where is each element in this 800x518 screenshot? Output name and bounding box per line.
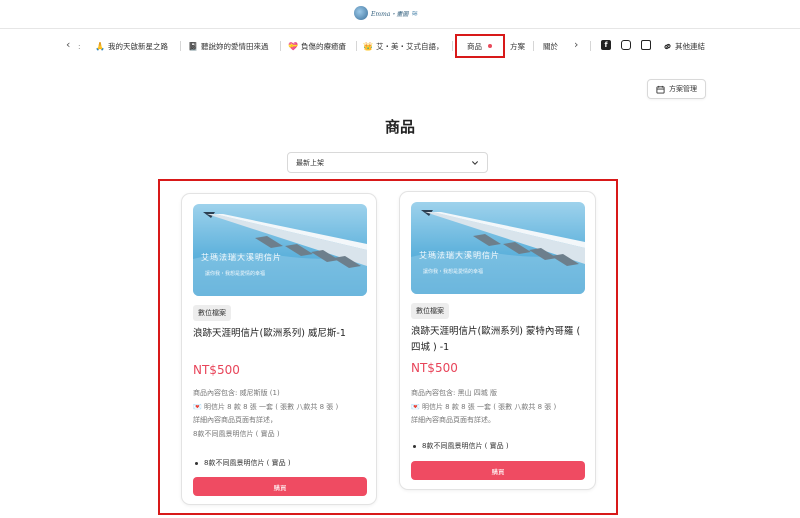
sort-select[interactable]: 最新上架	[287, 152, 488, 173]
nav-separator	[590, 41, 591, 51]
nav-item-label: 我的天啟新星之路	[107, 41, 168, 51]
desc-line: 商品內容包含: 威尼斯版 (1)	[193, 389, 280, 397]
nav-separator	[280, 41, 281, 51]
feature-text: 8款不同風景明信片 ( 實品 )	[422, 442, 509, 450]
nav-item-label: 方案	[510, 41, 525, 51]
facebook-icon[interactable]: f	[601, 40, 611, 50]
logo-deco: ≋	[411, 8, 419, 18]
desc-line: 💌 明信片 8 款 8 張 一套 ( 張數 八款共 8 張 )	[193, 402, 339, 411]
product-feature: 8款不同風景明信片 ( 實品 )	[411, 441, 585, 451]
nav-item-healing[interactable]: 💝 負傷的療癒瘡	[288, 34, 346, 58]
chevron-down-icon	[472, 160, 478, 165]
nav-other-links[interactable]: 其他連結	[663, 34, 705, 58]
notebook-icon: 📓	[188, 41, 198, 51]
prayer-icon: 🙏	[95, 41, 105, 51]
header-divider	[0, 28, 800, 29]
avatar	[354, 6, 368, 20]
product-image[interactable]: 艾瑪法瑞大溪明信片 讓你我・我想是愛情的幸福	[193, 204, 367, 296]
airplane-wing-image	[193, 204, 367, 296]
nav-prev-icon[interactable]: ‹	[66, 38, 70, 51]
nav-item-love-field[interactable]: 📓 聽說妳的愛情田來過	[188, 34, 268, 58]
feature-text: 8款不同風景明信片 ( 實品 )	[204, 459, 291, 467]
nav-item-monologue[interactable]: 👑 艾・美・艾式自語，	[363, 34, 443, 58]
desc-line: 💌 明信片 8 款 8 張 一套 ( 張數 八款共 8 張 )	[411, 402, 557, 411]
nav-bar: ‹ : 🙏 我的天啟新星之路 📓 聽說妳的愛情田來過 💝 負傷的療癒瘡 👑 艾・…	[0, 34, 800, 58]
product-price: NT$500	[193, 363, 240, 377]
logo-text: Emma・畫圖	[371, 10, 409, 18]
nav-separator	[452, 41, 453, 51]
product-type-badge: 數位檔案	[411, 303, 449, 319]
page-title: 商品	[384, 118, 415, 136]
bullet-icon	[195, 461, 198, 465]
site-logo[interactable]: Emma・畫圖 ≋	[354, 4, 430, 22]
nav-separator	[180, 41, 181, 51]
plan-button-label: 方案管理	[669, 85, 697, 93]
nav-colon: :	[78, 41, 81, 51]
product-name[interactable]: 浪跡天涯明信片(歐洲系列) 蒙特內哥羅 ( 四城 ) -1	[411, 324, 585, 356]
nav-item-label: 關於	[543, 41, 558, 51]
desc-line: 商品內容包含: 黑山 四城 版	[411, 389, 498, 397]
nav-separator	[356, 41, 357, 51]
active-tab-highlight	[455, 34, 505, 58]
nav-item-label: 負傷的療癒瘡	[300, 41, 346, 51]
product-description: 商品內容包含: 黑山 四城 版 💌 明信片 8 款 8 張 一套 ( 張數 八款…	[411, 387, 585, 428]
desc-line: 8款不同風景明信片 ( 實品 )	[193, 429, 280, 438]
product-image-title: 艾瑪法瑞大溪明信片	[419, 251, 500, 260]
desc-line: 詳細內容商品頁面有詳述，	[193, 416, 277, 424]
crown-icon: 👑	[363, 41, 373, 51]
product-type-badge: 數位檔案	[193, 305, 231, 321]
nav-item-star-path[interactable]: 🙏 我的天啟新星之路	[95, 34, 168, 58]
product-name[interactable]: 浪跡天涯明信片(歐洲系列) 威尼斯-1	[193, 326, 367, 342]
nav-separator	[533, 41, 534, 51]
tab-plans[interactable]: 方案	[510, 34, 525, 58]
buy-button[interactable]: 購買	[193, 477, 367, 496]
product-card[interactable]: 艾瑪法瑞大溪明信片 讓你我・我想是愛情的幸福 數位檔案 浪跡天涯明信片(歐洲系列…	[399, 191, 596, 490]
plan-management-button[interactable]: 方案管理	[647, 79, 706, 99]
product-description: 商品內容包含: 威尼斯版 (1) 💌 明信片 8 款 8 張 一套 ( 張數 八…	[193, 387, 367, 441]
product-image-subtitle: 讓你我・我想是愛情的幸福	[205, 271, 266, 277]
product-feature: 8款不同風景明信片 ( 實品 )	[193, 458, 367, 468]
buy-button[interactable]: 購買	[411, 461, 585, 480]
tab-about[interactable]: 關於	[543, 34, 558, 58]
bullet-icon	[413, 444, 416, 448]
product-image[interactable]: 艾瑪法瑞大溪明信片 讓你我・我想是愛情的幸福	[411, 202, 585, 294]
instagram-icon[interactable]	[621, 40, 631, 50]
youtube-icon[interactable]	[641, 40, 651, 50]
product-image-title: 艾瑪法瑞大溪明信片	[201, 253, 282, 262]
sort-selected-value: 最新上架	[296, 158, 324, 167]
nav-item-label: 艾・美・艾式自語，	[375, 41, 444, 51]
desc-line: 詳細內容商品頁面有詳述。	[411, 416, 495, 424]
nav-next-icon[interactable]: ›	[574, 38, 578, 51]
product-card[interactable]: 艾瑪法瑞大溪明信片 讓你我・我想是愛情的幸福 數位檔案 浪跡天涯明信片(歐洲系列…	[181, 193, 377, 505]
heart-icon: 💝	[288, 41, 298, 51]
product-image-subtitle: 讓你我・我想是愛情的幸福	[423, 269, 484, 275]
nav-item-label: 其他連結	[675, 41, 705, 51]
link-icon	[664, 43, 671, 49]
product-price: NT$500	[411, 361, 458, 375]
calendar-icon	[656, 85, 665, 94]
nav-item-label: 聽說妳的愛情田來過	[200, 41, 269, 51]
airplane-wing-image	[411, 202, 585, 294]
